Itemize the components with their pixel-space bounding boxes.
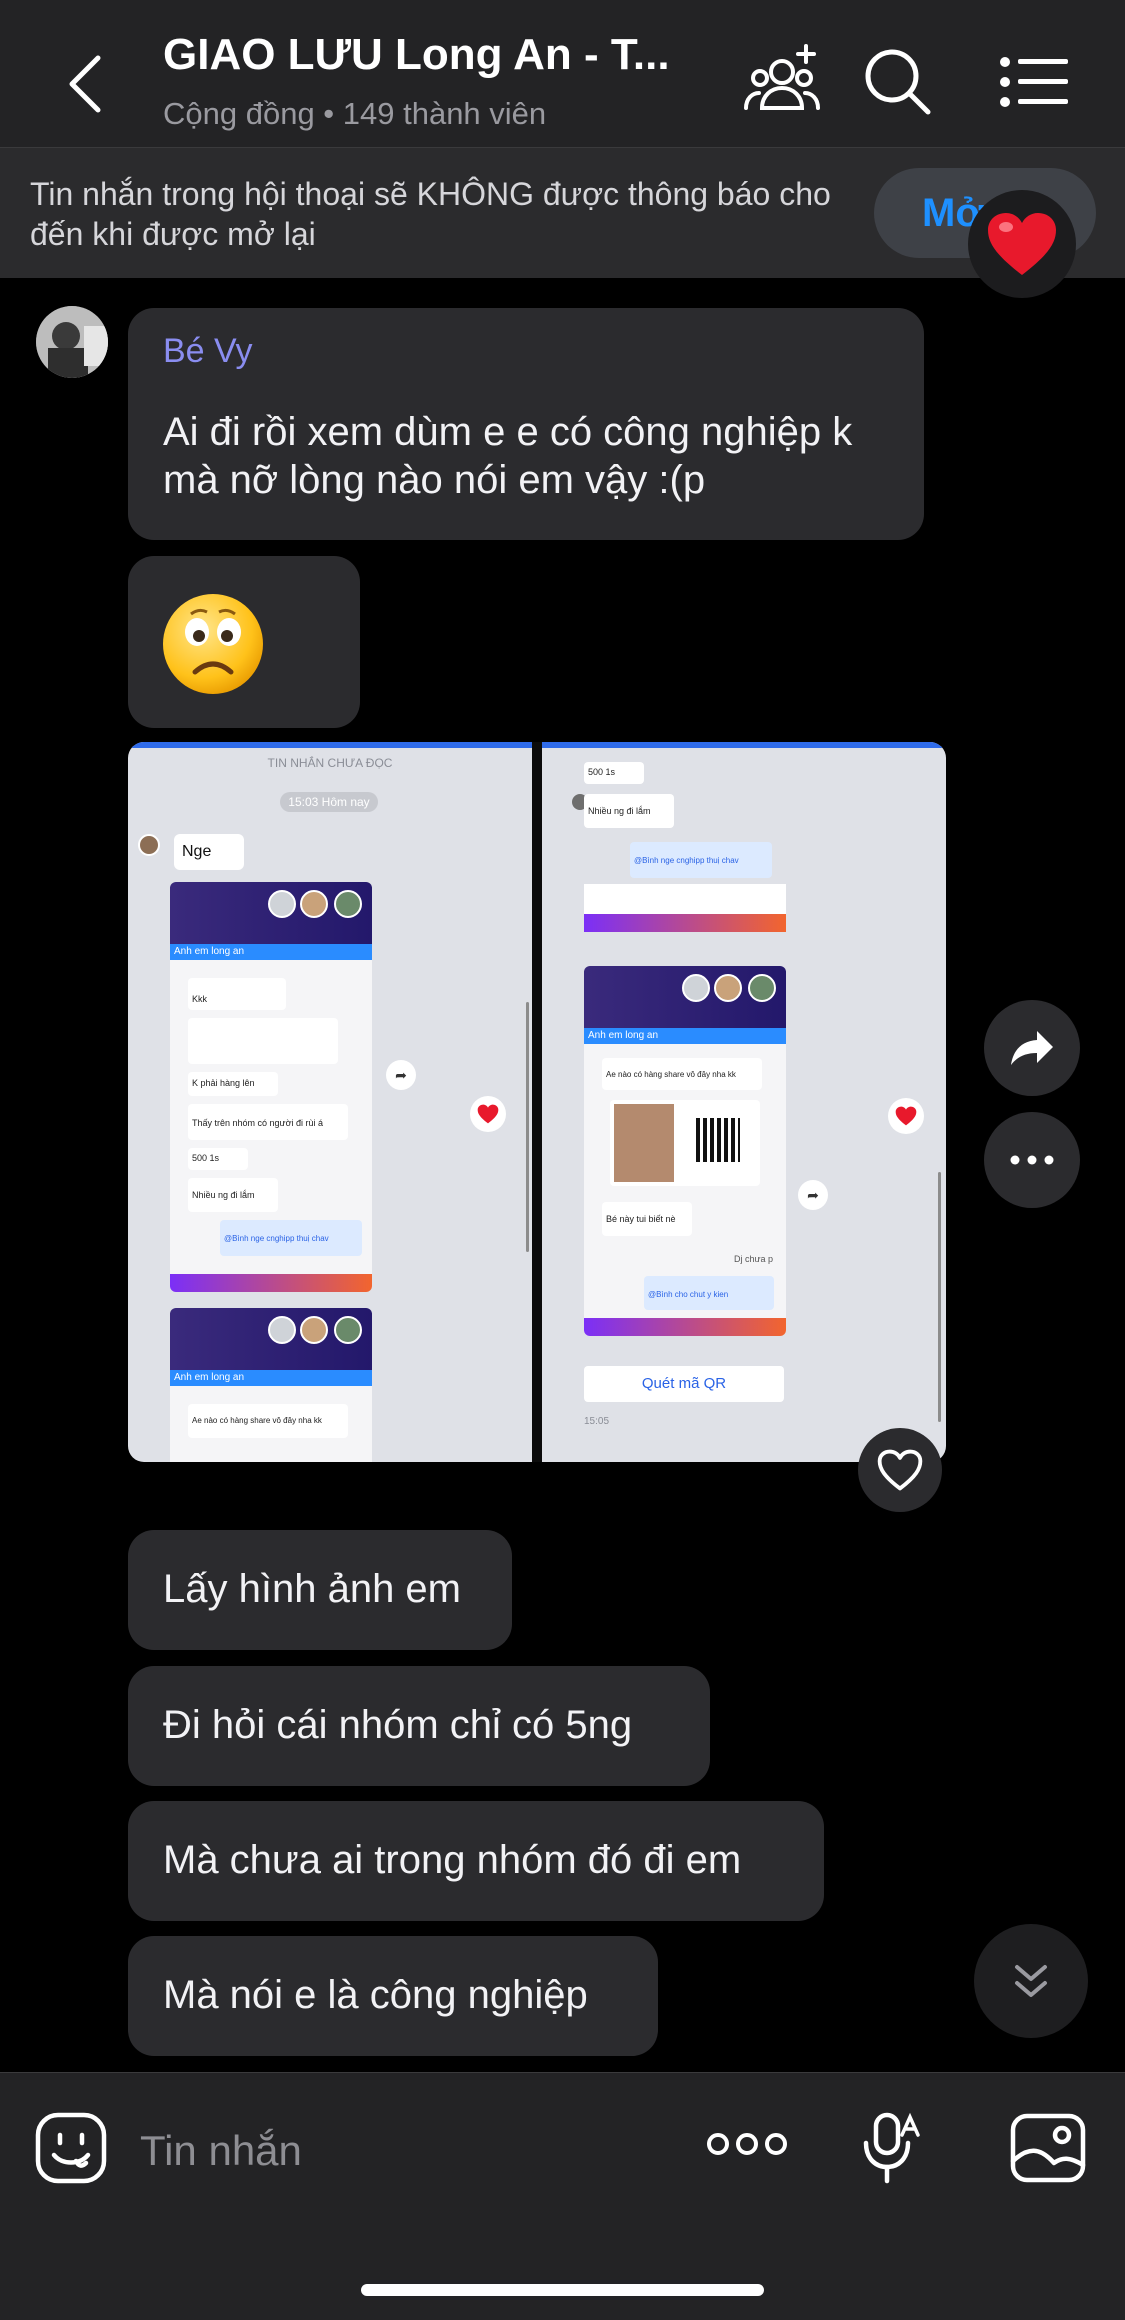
search-button[interactable] <box>858 42 934 118</box>
more-actions-button[interactable] <box>706 2131 788 2162</box>
share-button[interactable] <box>984 1000 1080 1096</box>
image-picker-button[interactable] <box>1010 2113 1086 2188</box>
mini-line: Ae nào có hàng share vô đây nha kk <box>188 1404 348 1438</box>
message-bubble[interactable]: Lấy hình ảnh em <box>128 1530 512 1650</box>
sad-face-emoji-icon <box>163 594 263 694</box>
mini-share-icon: ➦ <box>386 1060 416 1090</box>
heart-outline-icon <box>877 1449 923 1491</box>
mini-line: Bé này tui biết nè <box>602 1202 692 1236</box>
scroll-to-bottom-button[interactable] <box>974 1924 1088 2038</box>
mini-group-name: Anh em long an <box>170 1370 372 1386</box>
double-chevron-down-icon <box>1015 1965 1047 1997</box>
mini-group-name: Anh em long an <box>170 944 372 960</box>
mini-line: @Bình cho chut y kien <box>644 1276 774 1310</box>
mini-line: @Bình nge cnghipp thuị chav <box>630 842 772 878</box>
add-member-icon <box>744 44 820 110</box>
mini-heart-icon <box>470 1096 506 1132</box>
unread-divider: TIN NHẮN CHƯA ĐỌC <box>267 756 393 770</box>
mini-heart-icon <box>888 1098 924 1134</box>
message-input-bar <box>0 2072 1125 2320</box>
mini-line: 500 1s <box>188 1148 248 1170</box>
microphone-icon <box>863 2112 920 2184</box>
group-subtitle: Cộng đồng • 149 thành viên <box>163 96 547 131</box>
image-icon <box>1010 2113 1086 2183</box>
image-attachment-collage[interactable]: TIN NHẮN CHƯA ĐỌC 15:03 Hôm nay Nge Anh … <box>128 742 946 1462</box>
more-options-button[interactable] <box>984 1112 1080 1208</box>
sender-avatar[interactable] <box>36 306 108 378</box>
screenshot-image-left[interactable]: TIN NHẮN CHƯA ĐỌC 15:03 Hôm nay Nge Anh … <box>128 742 532 1462</box>
message-text: Lấy hình ảnh em <box>163 1567 461 1611</box>
back-button[interactable] <box>62 52 112 116</box>
mini-line: Nhiều ng đi lắm <box>584 794 674 828</box>
mini-line: 500 1s <box>584 762 644 784</box>
heart-icon <box>988 213 1056 275</box>
list-icon <box>1000 57 1068 107</box>
mini-line: K phải hàng lên <box>188 1072 278 1096</box>
home-indicator <box>361 2284 764 2296</box>
message-bubble[interactable]: Mà nói e là công nghiệp <box>128 1936 658 2056</box>
voice-to-text-button[interactable] <box>862 2111 922 2192</box>
mini-line: Thấy trên nhóm có người đi rùi á <box>188 1104 348 1140</box>
message-bubble[interactable]: Đi hỏi cái nhóm chỉ có 5ng <box>128 1666 710 1786</box>
message-bubble[interactable]: Mà chưa ai trong nhóm đó đi em <box>128 1801 824 1921</box>
mute-notice-banner: Tin nhắn trong hội thoại sẽ KHÔNG được t… <box>0 148 1125 278</box>
search-icon <box>865 49 931 115</box>
screenshot-image-right[interactable]: 500 1s Nhiều ng đi lắm @Bình nge cnghipp… <box>542 742 946 1462</box>
react-heart-button[interactable] <box>858 1428 942 1512</box>
chevron-left-icon <box>69 55 101 113</box>
chat-header: GIAO LƯU Long An - T... Cộng đồng • 149 … <box>0 0 1125 148</box>
group-title[interactable]: GIAO LƯU Long An - T... <box>163 30 670 80</box>
menu-button[interactable] <box>996 42 1072 118</box>
mini-line: Kkk <box>188 978 286 1010</box>
mini-time: 15:05 <box>584 1416 610 1427</box>
mini-group-name: Anh em long an <box>584 1028 786 1044</box>
sender-name[interactable]: Bé Vy <box>163 332 252 371</box>
add-member-button[interactable] <box>744 42 820 118</box>
message-text: Mà chưa ai trong nhóm đó đi em <box>163 1838 742 1882</box>
mini-line: @Bình nge cnghipp thuị chav <box>220 1220 362 1256</box>
mute-notice-text: Tin nhắn trong hội thoại sẽ KHÔNG được t… <box>30 176 831 252</box>
more-dots-icon <box>707 2133 787 2155</box>
mini-line: Nhiều ng đi lắm <box>188 1178 278 1212</box>
time-pill: 15:03 Hôm nay <box>280 792 378 812</box>
message-input[interactable] <box>140 2123 640 2179</box>
mini-qr-button: Quét mã QR <box>584 1366 784 1402</box>
mini-line: Dj chưa p <box>734 1254 774 1264</box>
message-text: Đi hỏi cái nhóm chỉ có 5ng <box>163 1703 633 1747</box>
mini-line: Ae nào có hàng share vô đây nha kk <box>602 1058 762 1090</box>
mini-message: Nge <box>174 834 244 870</box>
message-text: Mà nói e là công nghiệp <box>163 1973 588 2017</box>
floating-heart-reaction[interactable] <box>968 190 1076 298</box>
mini-share-icon: ➦ <box>798 1180 828 1210</box>
emoji-icon <box>35 2112 107 2184</box>
more-dots-icon <box>1010 1155 1054 1165</box>
emoji-button[interactable] <box>34 2111 108 2190</box>
sticker-bubble[interactable] <box>128 556 360 728</box>
forward-icon <box>1011 1031 1053 1065</box>
message-text: Ai đi rồi xem dùm e e có công nghiệp k m… <box>163 410 853 502</box>
